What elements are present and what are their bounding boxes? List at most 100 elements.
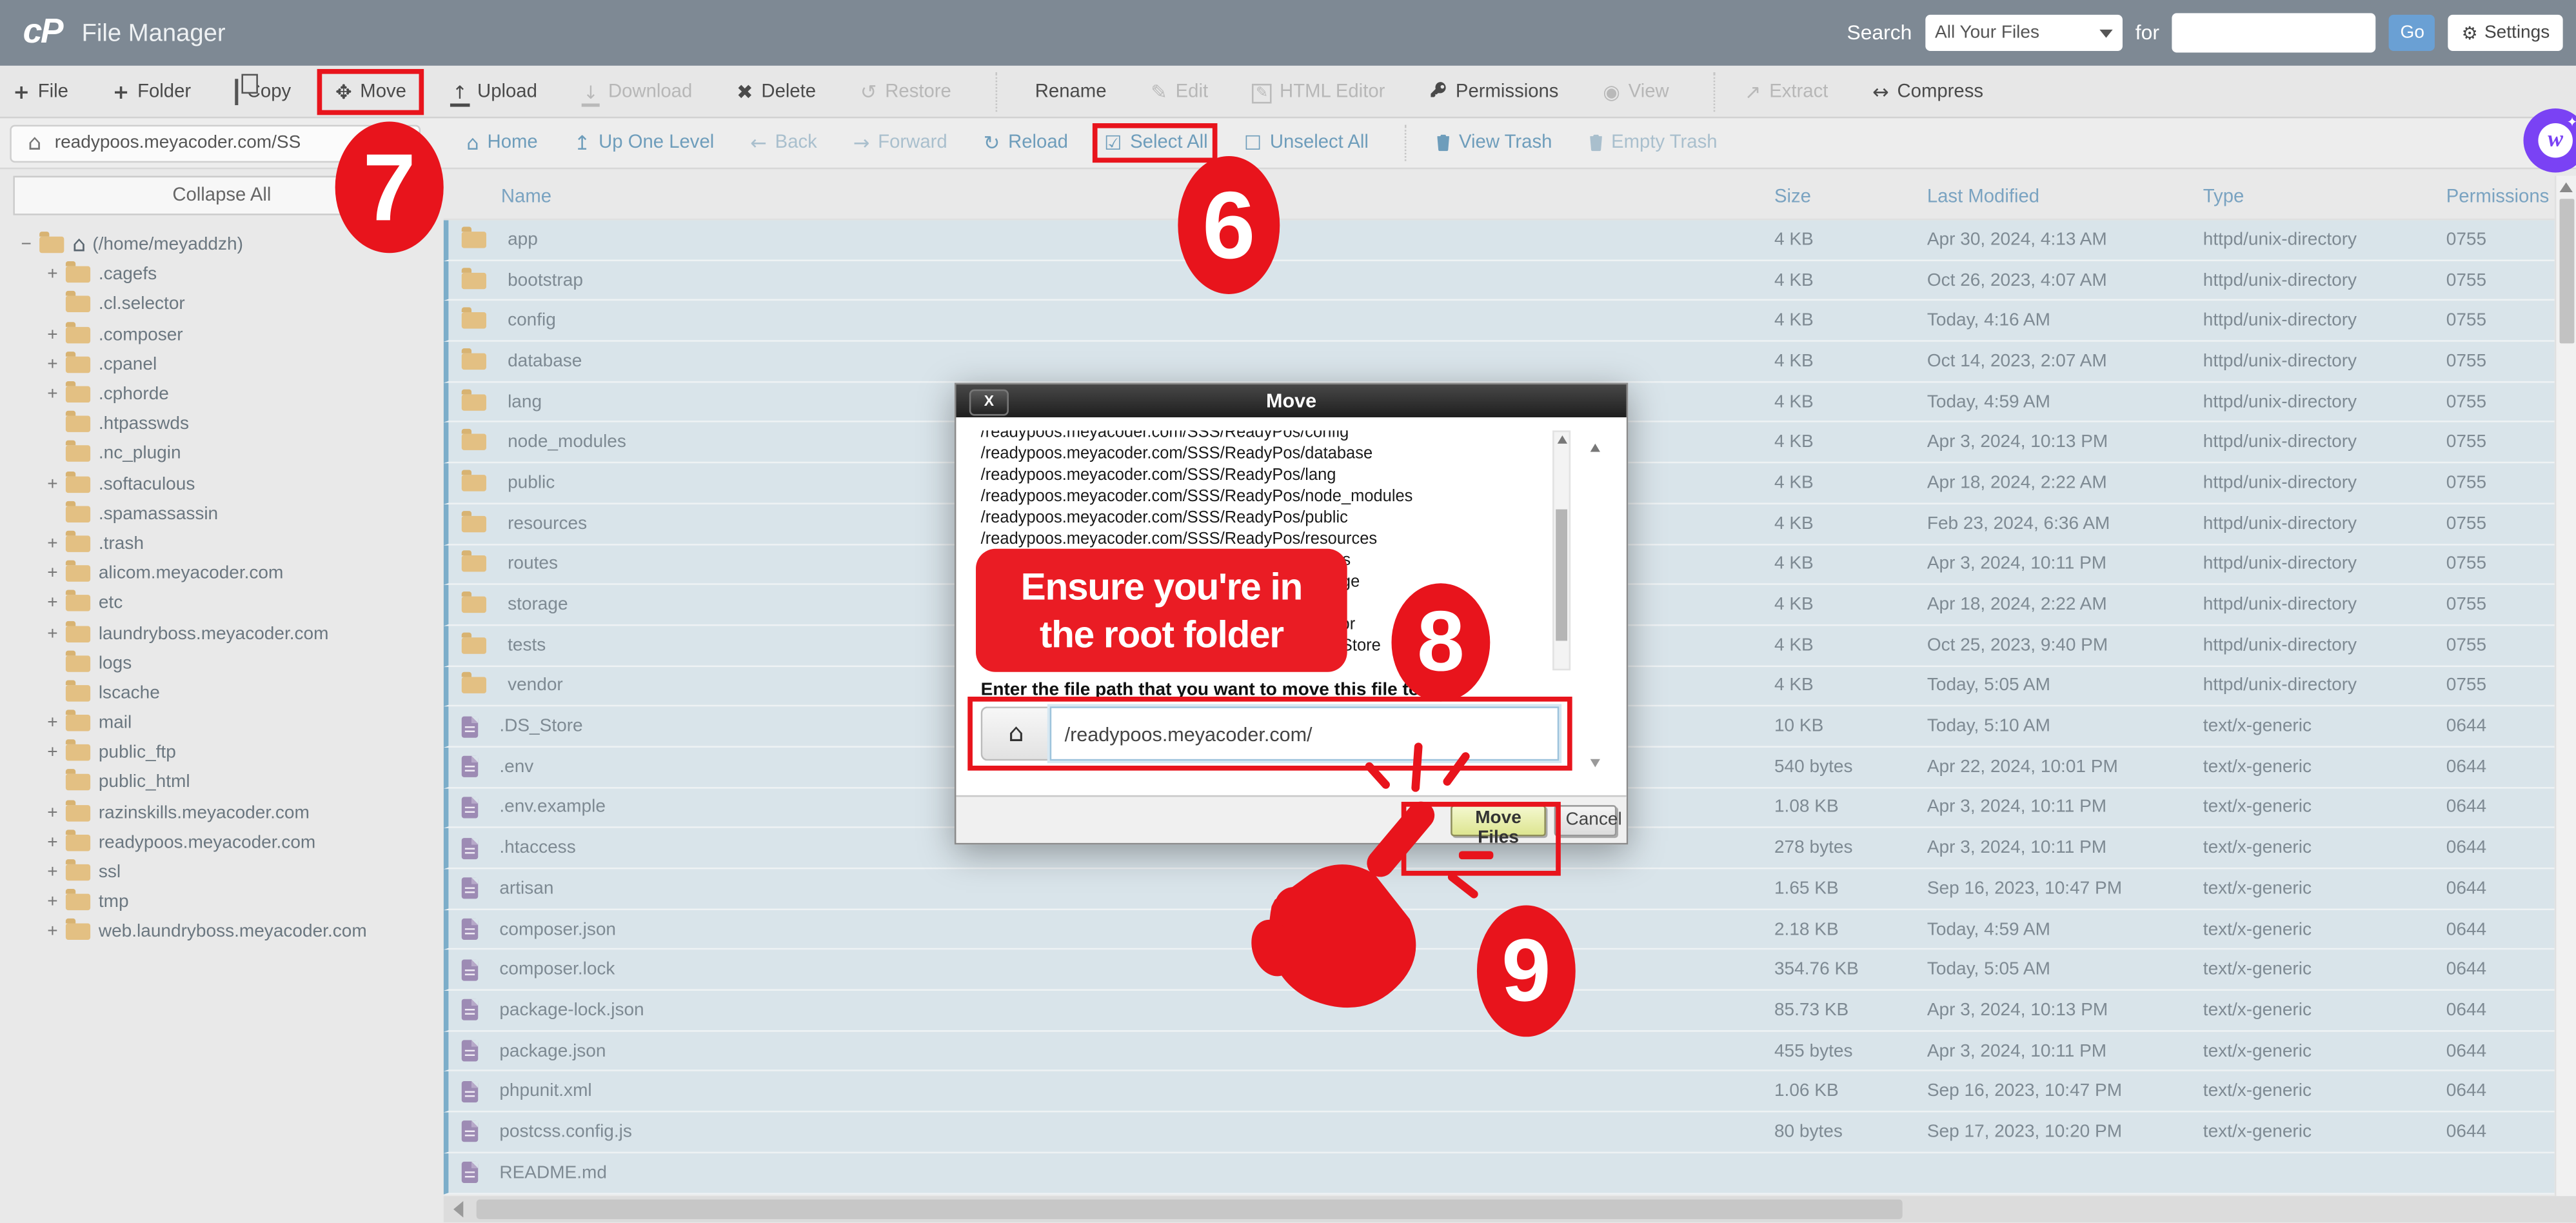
paths-list-scrollbar[interactable] (1552, 430, 1570, 670)
expand-icon[interactable]: + (43, 265, 63, 285)
sidebar-item-.composer[interactable]: +.composer (0, 320, 441, 350)
sidebar-item-logs[interactable]: logs (0, 648, 441, 678)
nav-select-all-button[interactable]: ☑Select All (1104, 133, 1208, 153)
table-row-phpunit.xml[interactable]: phpunit.xml1.06 KBSep 16, 2023, 10:47 PM… (444, 1072, 2555, 1113)
toolbar-folder-button[interactable]: +Folder (113, 81, 191, 101)
move-files-button[interactable]: Move Files (1451, 804, 1546, 835)
toolbar-permissions-button[interactable]: Permissions (1429, 81, 1558, 102)
sidebar-item-.spamassassin[interactable]: .spamassassin (0, 499, 441, 529)
toolbar-move-button[interactable]: ✥Move (335, 81, 406, 101)
column-header-last-modified[interactable]: Last Modified (1927, 187, 2203, 207)
expand-icon[interactable]: + (43, 743, 63, 763)
collapse-icon[interactable]: − (16, 235, 36, 255)
expand-icon[interactable]: + (43, 922, 63, 942)
nav-view-trash-button[interactable]: View Trash (1436, 132, 1552, 154)
column-header-name[interactable]: Name (444, 187, 1774, 207)
expand-icon[interactable]: + (43, 624, 63, 644)
close-icon[interactable]: X (969, 388, 1009, 415)
sidebar-item-readypoos.meyacoder.com[interactable]: +readypoos.meyacoder.com (0, 828, 441, 857)
move-path-input[interactable] (1050, 706, 1560, 761)
table-row-README.md[interactable]: README.md (444, 1153, 2555, 1194)
folder-icon (66, 326, 90, 343)
sidebar-item-tmp[interactable]: +tmp (0, 888, 441, 917)
search-input[interactable] (2172, 13, 2376, 52)
table-row-database[interactable]: database4 KBOct 14, 2023, 2:07 AMhttpd/u… (444, 342, 2555, 383)
folder-icon (462, 475, 486, 491)
scroll-up-icon[interactable] (2560, 183, 2573, 192)
column-header-permissions[interactable]: Permissions (2446, 187, 2555, 207)
search-go-button[interactable]: Go (2390, 15, 2435, 51)
cancel-button[interactable]: Cancel (1554, 804, 1617, 835)
sidebar-item-alicom.meyacoder.com[interactable]: +alicom.meyacoder.com (0, 559, 441, 588)
horizontal-scrollbar[interactable] (444, 1196, 2576, 1223)
column-header-size[interactable]: Size (1774, 187, 1927, 207)
table-row-app[interactable]: app4 KBApr 30, 2024, 4:13 AMhttpd/unix-d… (444, 220, 2555, 261)
compress-icon: ↔ (1872, 81, 1889, 101)
nav-reload-button[interactable]: ↻Reload (984, 133, 1068, 153)
expand-icon[interactable]: + (43, 803, 63, 823)
expand-icon[interactable]: + (43, 534, 63, 554)
sidebar-item-.cl.selector[interactable]: .cl.selector (0, 290, 441, 319)
table-row-bootstrap[interactable]: bootstrap4 KBOct 26, 2023, 4:07 AMhttpd/… (444, 261, 2555, 301)
dialog-scroll-up-icon[interactable] (1590, 444, 1600, 452)
dialog-scroll-down-icon[interactable] (1590, 759, 1600, 768)
sidebar-item-.htpasswds[interactable]: .htpasswds (0, 410, 441, 439)
sidebar-item-.softaculous[interactable]: +.softaculous (0, 469, 441, 499)
expand-icon[interactable]: + (43, 713, 63, 733)
settings-button[interactable]: ⚙ Settings (2448, 15, 2562, 51)
expand-icon[interactable]: + (43, 324, 63, 344)
cell-permissions: 0755 (2446, 311, 2555, 331)
toolbar-file-button[interactable]: +File (13, 81, 68, 101)
cell-modified: Apr 3, 2024, 10:13 PM (1927, 1000, 2203, 1020)
sidebar-item-razinskills.meyacoder.com[interactable]: +razinskills.meyacoder.com (0, 798, 441, 828)
sidebar-item-lscache[interactable]: lscache (0, 679, 441, 708)
expand-icon[interactable]: + (43, 593, 63, 613)
expand-icon[interactable]: + (43, 833, 63, 853)
expand-icon[interactable]: + (43, 893, 63, 913)
toolbar-rename-button[interactable]: Rename (1027, 81, 1106, 101)
cell-type: text/x-generic (2203, 798, 2446, 818)
sidebar-item-.nc-plugin[interactable]: .nc_plugin (0, 439, 441, 469)
sidebar-item-etc[interactable]: + etc (0, 589, 441, 619)
folder-icon (462, 353, 486, 369)
horizontal-scroll-thumb[interactable] (477, 1200, 1903, 1220)
search-scope-select[interactable]: All Your Files (1925, 15, 2123, 51)
toolbar-upload-button[interactable]: ↑Upload (451, 81, 537, 101)
cell-permissions: 0644 (2446, 1122, 2555, 1142)
sidebar-item-laundryboss.meyacoder.com[interactable]: +laundryboss.meyacoder.com (0, 619, 441, 648)
sidebar-item-label: etc (99, 593, 123, 613)
toolbar-compress-button[interactable]: ↔Compress (1872, 81, 1983, 101)
toolbar-copy-button[interactable]: Copy (235, 81, 291, 101)
nav-unselect-all-button[interactable]: ☐Unselect All (1244, 133, 1369, 153)
cell-size: 4 KB (1774, 676, 1927, 696)
scroll-up-icon[interactable] (1556, 435, 1566, 444)
expand-icon[interactable]: + (43, 564, 63, 584)
table-row-config[interactable]: config4 KBToday, 4:16 AMhttpd/unix-direc… (444, 301, 2555, 342)
sidebar-item-web.laundryboss.meyacoder.com[interactable]: +web.laundryboss.meyacoder.com (0, 917, 441, 947)
sidebar-item-public-html[interactable]: public_html (0, 768, 441, 797)
nav-up-one-level-button[interactable]: ↥Up One Level (574, 133, 715, 153)
vertical-scroll-thumb[interactable] (2559, 199, 2573, 343)
expand-icon[interactable]: + (43, 474, 63, 494)
scroll-left-icon[interactable] (453, 1201, 463, 1217)
sidebar-item-.cagefs[interactable]: +.cagefs (0, 260, 441, 290)
table-row-postcss.config.js[interactable]: postcss.config.js80 bytesSep 17, 2023, 1… (444, 1113, 2555, 1153)
sidebar-item-.cphorde[interactable]: +.cphorde (0, 379, 441, 409)
sidebar-item-mail[interactable]: +mail (0, 708, 441, 738)
folder-icon (66, 655, 90, 671)
expand-icon[interactable]: + (43, 384, 63, 404)
sidebar-item-.trash[interactable]: +.trash (0, 529, 441, 559)
expand-icon[interactable]: + (43, 862, 63, 882)
sidebar-item-public-ftp[interactable]: +public_ftp (0, 738, 441, 768)
toolbar-delete-button[interactable]: ✖Delete (737, 81, 816, 101)
vertical-scrollbar[interactable] (2555, 176, 2576, 1197)
expand-icon[interactable]: + (43, 355, 63, 375)
sidebar-item-.cpanel[interactable]: +.cpanel (0, 350, 441, 379)
sidebar-item-ssl[interactable]: +ssl (0, 857, 441, 887)
column-header-type[interactable]: Type (2203, 187, 2446, 207)
table-row-package.json[interactable]: package.json455 bytesApr 3, 2024, 10:11 … (444, 1031, 2555, 1072)
paths-scroll-thumb[interactable] (1556, 510, 1567, 641)
nav-empty-trash-button: Empty Trash (1588, 132, 1717, 154)
nav-home-button[interactable]: ⌂Home (466, 133, 537, 153)
table-row-artisan[interactable]: artisan1.65 KBSep 16, 2023, 10:47 PMtext… (444, 869, 2555, 910)
